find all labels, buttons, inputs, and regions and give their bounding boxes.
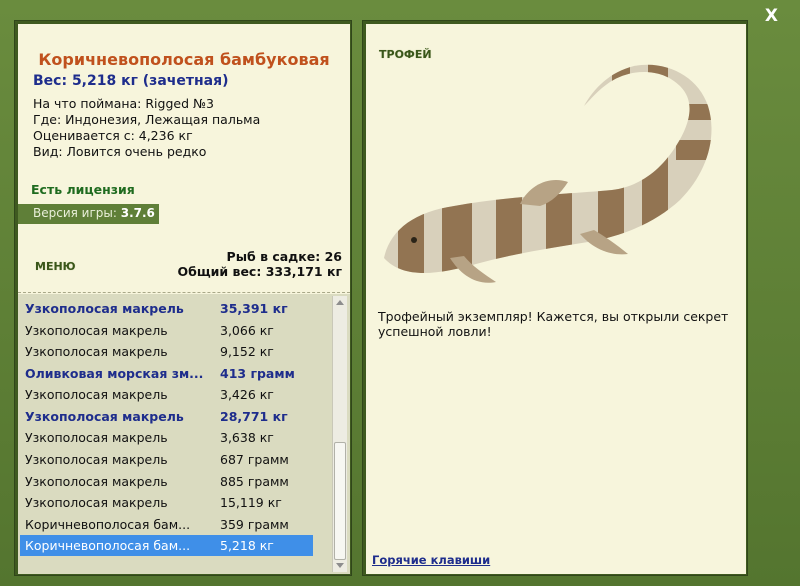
version-value: 3.7.6 bbox=[120, 206, 155, 220]
list-item[interactable]: Узкополосая макрель 3,426 кг bbox=[20, 384, 313, 405]
list-item-name: Узкополосая макрель bbox=[25, 301, 184, 316]
version-label: Версия игры: bbox=[33, 206, 117, 220]
list-item-weight: 885 грамм bbox=[220, 474, 289, 489]
list-item[interactable]: Узкополосая макрель 687 грамм bbox=[20, 449, 313, 470]
version-badge: Версия игры: 3.7.6 bbox=[18, 204, 159, 224]
keep-stats: Рыб в садке: 26 Общий вес: 333,171 кг bbox=[178, 249, 343, 279]
list-item-name: Узкополосая макрель bbox=[25, 452, 168, 467]
list-item-name: Узкополосая макрель bbox=[25, 495, 168, 510]
list-item-weight: 3,066 кг bbox=[220, 323, 274, 338]
list-item-weight: 3,426 кг bbox=[220, 387, 274, 402]
scroll-up-icon[interactable] bbox=[336, 300, 344, 305]
list-item-name: Узкополосая макрель bbox=[25, 387, 168, 402]
list-item[interactable]: Узкополосая макрель 35,391 кг bbox=[20, 298, 313, 319]
list-item-weight: 687 грамм bbox=[220, 452, 289, 467]
fish-weight: Вес: 5,218 кг (зачетная) bbox=[33, 73, 229, 89]
list-item-name: Коричневополосая бам... bbox=[25, 517, 191, 532]
list-item[interactable]: Узкополосая макрель 885 грамм bbox=[20, 471, 313, 492]
list-item[interactable]: Коричневополосая бам... 5,218 кг bbox=[20, 535, 313, 556]
list-item-name: Коричневополосая бам... bbox=[25, 538, 191, 553]
list-item-weight: 359 грамм bbox=[220, 517, 289, 532]
trophy-threshold-info: Оценивается с: 4,236 кг bbox=[33, 128, 193, 143]
shark-image bbox=[384, 64, 712, 283]
list-item[interactable]: Коричневополосая бам... 359 грамм bbox=[20, 514, 313, 535]
list-divider bbox=[18, 292, 350, 293]
list-item-weight: 15,119 кг bbox=[220, 495, 282, 510]
location-info: Где: Индонезия, Лежащая пальма bbox=[33, 112, 261, 127]
list-item[interactable]: Оливковая морская зм... 413 грамм bbox=[20, 363, 313, 384]
scroll-down-icon[interactable] bbox=[336, 563, 344, 568]
trophy-panel-inner: ТРОФЕЙ Трофейный экземпляр! Кажется, вы … bbox=[366, 24, 746, 574]
menu-button[interactable]: МЕНЮ bbox=[35, 260, 76, 273]
bait-info: На что поймана: Rigged №3 bbox=[33, 96, 214, 111]
keep-total-weight: Общий вес: 333,171 кг bbox=[177, 264, 343, 279]
list-item[interactable]: Узкополосая макрель 3,638 кг bbox=[20, 427, 313, 448]
catch-panel: Коричневополосая бамбуковая Вес: 5,218 к… bbox=[14, 20, 352, 576]
list-item-name: Узкополосая макрель bbox=[25, 323, 168, 338]
catch-panel-inner: Коричневополосая бамбуковая Вес: 5,218 к… bbox=[18, 24, 350, 574]
fish-title: Коричневополосая бамбуковая bbox=[38, 50, 330, 69]
fish-info: На что поймана: Rigged №3 Где: Индонезия… bbox=[33, 96, 260, 160]
list-item-name: Узкополосая макрель bbox=[25, 474, 168, 489]
list-item[interactable]: Узкополосая макрель 28,771 кг bbox=[20, 406, 313, 427]
list-item-weight: 3,638 кг bbox=[220, 430, 274, 445]
list-item[interactable]: Узкополосая макрель 3,066 кг bbox=[20, 320, 313, 341]
list-item-name: Узкополосая макрель bbox=[25, 409, 184, 424]
rarity-info: Вид: Ловится очень редко bbox=[33, 144, 207, 159]
hotkeys-link[interactable]: Горячие клавиши bbox=[372, 553, 490, 567]
list-item-weight: 5,218 кг bbox=[220, 538, 274, 553]
list-item[interactable]: Узкополосая макрель 15,119 кг bbox=[20, 492, 313, 513]
license-status: Есть лицензия bbox=[31, 182, 135, 197]
trophy-panel: ТРОФЕЙ Трофейный экземпляр! Кажется, вы … bbox=[362, 20, 748, 576]
close-button[interactable]: X bbox=[765, 6, 778, 26]
list-scrollbar[interactable] bbox=[332, 296, 347, 572]
list-item-weight: 28,771 кг bbox=[220, 409, 288, 424]
list-item-name: Узкополосая макрель bbox=[25, 344, 168, 359]
list-item-weight: 35,391 кг bbox=[220, 301, 288, 316]
trophy-description: Трофейный экземпляр! Кажется, вы открыли… bbox=[378, 309, 729, 339]
keep-count: Рыб в садке: 26 bbox=[226, 249, 342, 264]
list-item-name: Узкополосая макрель bbox=[25, 430, 168, 445]
list-item-weight: 413 грамм bbox=[220, 366, 295, 381]
game-window: X Коричневополосая бамбуковая Вес: 5,218… bbox=[0, 0, 800, 586]
scroll-thumb[interactable] bbox=[334, 442, 346, 560]
fish-list: Узкополосая макрель 35,391 кг Узкополоса… bbox=[18, 294, 350, 574]
list-item[interactable]: Узкополосая макрель 9,152 кг bbox=[20, 341, 313, 362]
list-item-weight: 9,152 кг bbox=[220, 344, 274, 359]
list-item-name: Оливковая морская зм... bbox=[25, 366, 204, 381]
